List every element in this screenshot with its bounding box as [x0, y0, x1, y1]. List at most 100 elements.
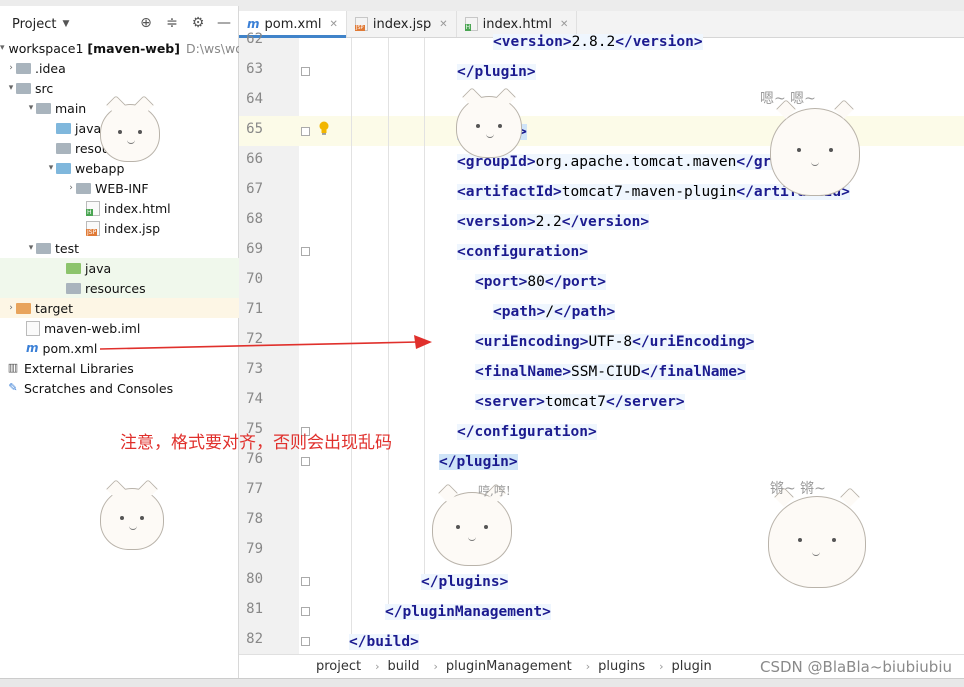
breadcrumb-item[interactable]: plugins — [598, 659, 645, 674]
tab-label: index.jsp — [372, 16, 432, 32]
tree-item-maven-web-iml[interactable]: maven-web.iml — [0, 318, 264, 338]
breadcrumb-item[interactable]: build — [388, 659, 420, 674]
breadcrumb-item[interactable]: plugin — [672, 659, 712, 674]
gear-icon[interactable]: ⚙ — [190, 15, 206, 31]
code-token: 80 — [527, 274, 545, 290]
tree-item-external-libraries[interactable]: ▥ External Libraries — [0, 358, 244, 378]
code-token: < — [475, 334, 484, 350]
fold-marker-icon[interactable] — [301, 127, 310, 136]
code-line[interactable]: <configuration> — [457, 241, 588, 263]
breadcrumb-item[interactable]: pluginManagement — [446, 659, 572, 674]
code-token: < — [475, 364, 484, 380]
lightbulb-icon[interactable] — [318, 121, 330, 135]
code-line[interactable]: <finalName>SSM-CIUD</finalName> — [475, 361, 746, 383]
fold-marker-icon[interactable] — [301, 577, 310, 586]
chevron-right-icon: › — [433, 660, 438, 673]
fold-marker-icon[interactable] — [301, 637, 310, 646]
code-token: 2.8.2 — [571, 34, 616, 50]
fold-marker-icon[interactable] — [301, 607, 310, 616]
code-line[interactable]: </plugin> — [439, 451, 518, 473]
code-line[interactable]: <path>/</path> — [493, 301, 616, 323]
code-shade: </plugins> — [421, 574, 509, 590]
code-token: </ — [640, 364, 659, 380]
code-shade: </plugin> — [457, 64, 536, 80]
code-token: </ — [421, 574, 439, 590]
code-token: path — [501, 304, 537, 320]
chevron-right-icon[interactable]: › — [66, 183, 76, 193]
chevron-right-icon: › — [585, 660, 591, 673]
code-shade: </build> — [349, 634, 419, 650]
code-token: < — [457, 244, 466, 260]
tree-item-label: External Libraries — [24, 360, 134, 376]
code-token: > — [606, 304, 616, 320]
line-number: 72 — [246, 331, 263, 347]
code-shade: </pluginManagement> — [385, 604, 551, 620]
chevron-down-icon[interactable]: ▾ — [26, 243, 36, 253]
chevron-down-icon[interactable]: ▾ — [46, 163, 56, 173]
chevron-down-icon[interactable]: ▾ — [6, 83, 16, 93]
tree-item-label: workspace1 — [8, 40, 84, 56]
code-line[interactable]: </build> — [349, 631, 419, 653]
code-shade: <groupId>org.apache.tomcat.maven</groupI… — [457, 154, 824, 170]
locate-icon[interactable]: ⊕ — [138, 15, 154, 31]
fold-marker-icon[interactable] — [301, 457, 310, 466]
maven-icon: m — [26, 341, 39, 355]
chevron-right-icon[interactable]: › — [6, 63, 16, 73]
project-panel-title[interactable]: Project — [12, 17, 56, 32]
hide-icon[interactable]: — — [216, 15, 232, 31]
sticker-caption: 嗯~ 嗯~ — [760, 91, 816, 107]
chevron-down-icon[interactable]: ▾ — [0, 43, 5, 53]
chevron-down-icon[interactable]: ▼ — [62, 19, 69, 29]
code-token: > — [597, 274, 606, 290]
fold-marker-icon[interactable] — [301, 247, 310, 256]
close-icon[interactable]: ✕ — [439, 19, 447, 30]
code-token: </ — [385, 604, 403, 620]
cat-sticker — [770, 108, 860, 196]
code-line[interactable]: </plugins> — [421, 571, 509, 593]
code-line[interactable]: </configuration> — [457, 421, 597, 443]
code-token: version — [501, 34, 563, 50]
code-token: plugin — [456, 454, 509, 470]
code-token: < — [457, 154, 466, 170]
tab-index-jsp[interactable]: index.jsp ✕ — [347, 11, 457, 37]
code-shade: <configuration> — [457, 244, 588, 260]
code-line[interactable]: <groupId>org.apache.tomcat.maven</groupI… — [457, 151, 824, 173]
code-line[interactable]: <version>2.8.2</version> — [493, 31, 703, 53]
code-token: < — [457, 214, 466, 230]
tree-item-pom-xml[interactable]: m pom.xml — [0, 338, 264, 358]
chevron-down-icon[interactable]: ▾ — [26, 103, 36, 113]
code-line[interactable]: <version>2.2</version> — [457, 211, 650, 233]
fold-marker-icon[interactable] — [301, 67, 310, 76]
line-number: 79 — [246, 541, 263, 557]
test-resources-folder-icon — [66, 282, 81, 294]
tree-item-scratches[interactable]: ✎ Scratches and Consoles — [0, 378, 244, 398]
code-token: tomcat7-maven-plugin — [561, 184, 737, 200]
code-token: > — [562, 34, 572, 50]
tree-item-label: .idea — [35, 60, 66, 76]
close-icon[interactable]: ✕ — [560, 19, 568, 30]
close-icon[interactable]: ✕ — [330, 19, 338, 30]
code-line[interactable]: <port>80</port> — [475, 271, 606, 293]
cat-sticker — [768, 496, 866, 588]
tree-item-src[interactable]: ▾ src — [0, 78, 244, 98]
folder-icon — [36, 102, 51, 114]
collapse-all-icon[interactable]: ≑ — [164, 15, 180, 31]
tabs-top-strip — [239, 0, 964, 11]
code-line[interactable]: </plugin> — [457, 61, 536, 83]
code-shade: <finalName>SSM-CIUD</finalName> — [475, 364, 746, 380]
code-token: > — [542, 604, 551, 620]
chevron-right-icon[interactable]: › — [6, 303, 16, 313]
code-token: > — [536, 394, 545, 410]
tree-item-test[interactable]: ▾ test — [0, 238, 264, 258]
code-line[interactable]: <uriEncoding>UTF-8</uriEncoding> — [475, 331, 755, 353]
code-token: finalName — [483, 364, 563, 380]
tree-item-workspace1[interactable]: ▾ workspace1 [maven-web] D:\ws\wo — [0, 38, 243, 58]
code-line[interactable]: <server>tomcat7</server> — [475, 391, 685, 413]
tree-item-target[interactable]: › target — [0, 298, 244, 318]
web-folder-icon — [56, 162, 71, 174]
code-token: finalName — [658, 364, 737, 380]
tree-item-idea[interactable]: › .idea — [0, 58, 244, 78]
folder-icon — [36, 242, 51, 254]
breadcrumb-item[interactable]: project — [316, 659, 361, 674]
code-line[interactable]: </pluginManagement> — [385, 601, 551, 623]
